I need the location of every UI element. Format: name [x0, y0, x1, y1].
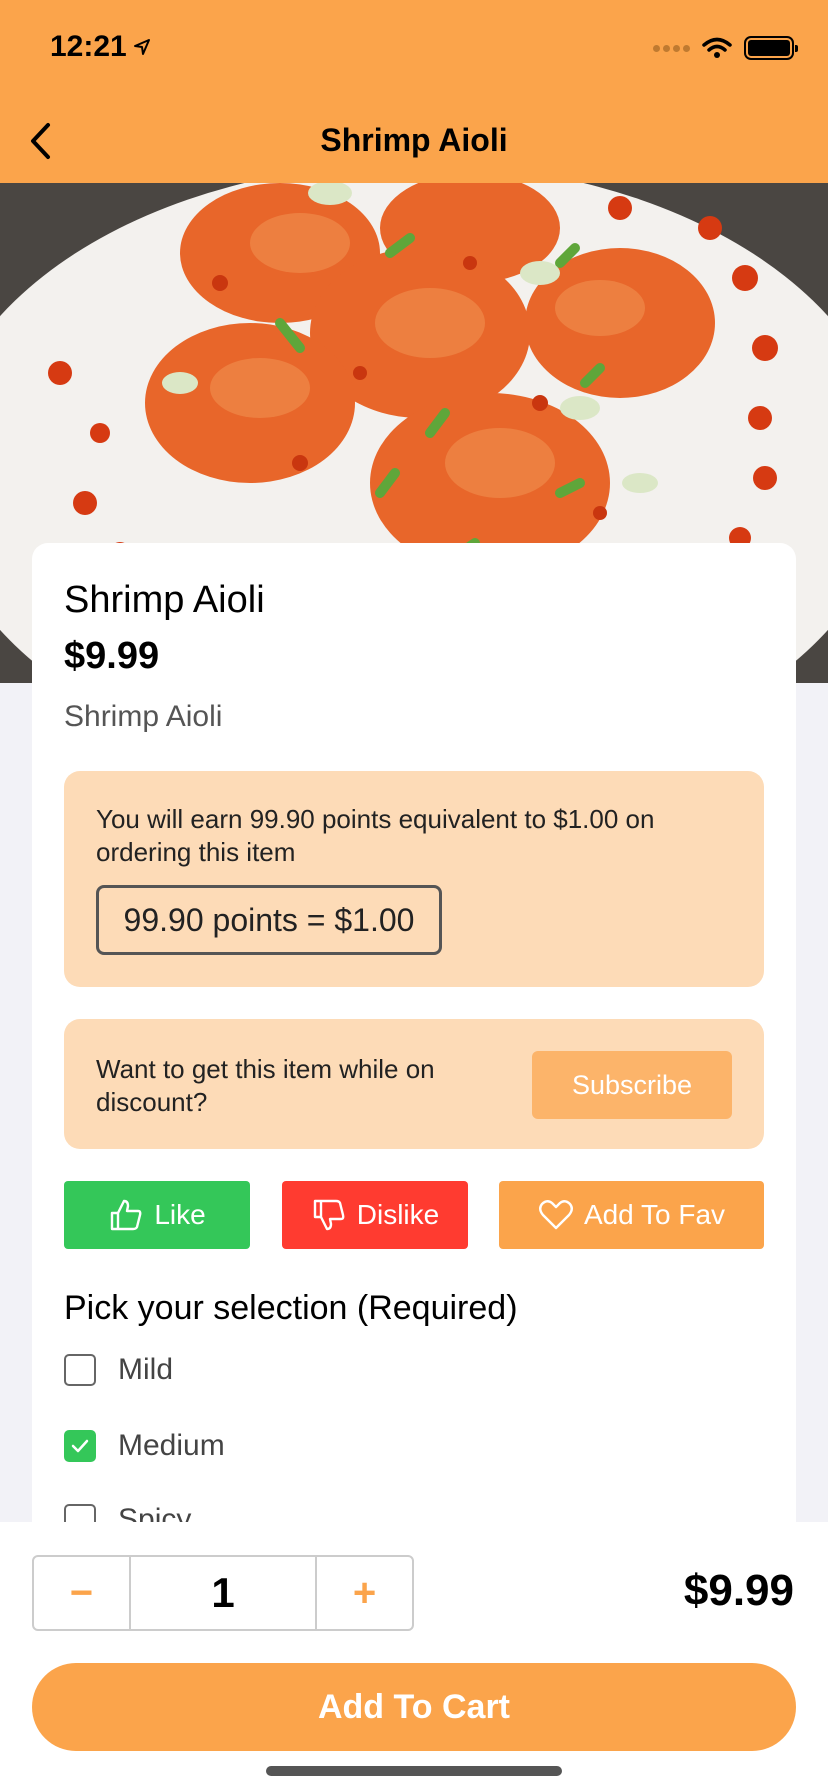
subscribe-message: Want to get this item while on discount?	[96, 1054, 435, 1117]
status-time: 12:21	[50, 30, 151, 64]
like-button[interactable]: Like	[64, 1181, 250, 1249]
checkbox-unchecked-icon[interactable]	[64, 1354, 96, 1386]
nav-bar: 12:21 Shrimp Aioli	[0, 0, 828, 183]
home-indicator[interactable]	[266, 1766, 562, 1776]
points-badge: 99.90 points = $1.00	[96, 885, 442, 955]
option-mild[interactable]: Mild	[64, 1353, 173, 1387]
option-label: Mild	[118, 1353, 174, 1386]
like-label: Like	[154, 1199, 206, 1230]
thumbs-down-icon	[313, 1199, 345, 1231]
item-name: Shrimp Aioli	[64, 579, 265, 621]
subscribe-panel: Want to get this item while on discount?…	[64, 1019, 764, 1149]
item-price: $9.99	[64, 635, 160, 677]
add-to-fav-button[interactable]: Add To Fav	[499, 1181, 764, 1249]
page-title: Shrimp Aioli	[320, 122, 508, 158]
battery-icon	[744, 36, 798, 60]
thumbs-up-icon	[111, 1199, 142, 1231]
fav-label: Add To Fav	[583, 1199, 726, 1230]
item-description: Shrimp Aioli	[64, 700, 223, 733]
dislike-button[interactable]: Dislike	[282, 1181, 468, 1249]
subscribe-button[interactable]: Subscribe	[532, 1051, 732, 1119]
dislike-label: Dislike	[356, 1199, 440, 1230]
add-to-cart-button[interactable]: Add To Cart	[32, 1663, 796, 1751]
selection-title: Pick your selection (Required)	[64, 1289, 518, 1327]
checkbox-checked-icon[interactable]	[64, 1430, 96, 1462]
total-price: $9.99	[683, 1566, 794, 1615]
points-message: You will earn 99.90 points equivalent to…	[96, 804, 655, 867]
points-panel: You will earn 99.90 points equivalent to…	[64, 771, 764, 987]
heart-icon	[538, 1200, 573, 1230]
cart-bar: − 1 + $9.99 Add To Cart	[0, 1522, 828, 1792]
quantity-stepper: − 1 +	[32, 1555, 414, 1631]
decrease-button[interactable]: −	[34, 1557, 129, 1629]
signal-icon	[653, 44, 690, 52]
wifi-icon	[702, 37, 732, 58]
item-card: Shrimp Aioli $9.99 Shrimp Aioli You will…	[32, 543, 796, 1573]
increase-button[interactable]: +	[317, 1557, 412, 1629]
option-label: Medium	[118, 1429, 225, 1462]
status-indicators	[653, 36, 798, 60]
status-time-label: 12:21	[50, 30, 127, 63]
quantity-value: 1	[129, 1557, 317, 1629]
option-medium[interactable]: Medium	[64, 1429, 225, 1463]
location-arrow-icon	[133, 39, 150, 55]
